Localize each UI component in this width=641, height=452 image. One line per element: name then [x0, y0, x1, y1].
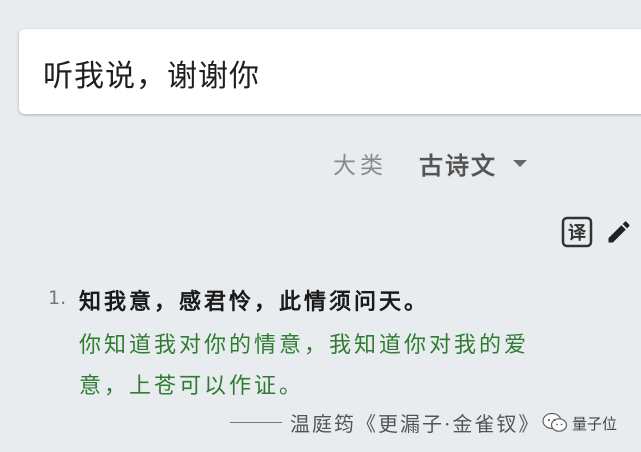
watermark-text: 量子位 [572, 414, 618, 433]
poem-source: 温庭筠《更漏子·金雀钗》 [230, 408, 540, 437]
dropdown-arrow-icon [513, 159, 527, 167]
wechat-logo-icon [542, 412, 568, 432]
search-query-text[interactable]: 听我说，谢谢你 [43, 51, 260, 95]
svg-text:译: 译 [568, 223, 587, 244]
category-dropdown[interactable]: 古诗文 [419, 146, 527, 181]
translate-icon[interactable]: 译 [561, 216, 593, 248]
result-number: 1. [48, 287, 67, 309]
poem-line[interactable]: 知我意，感君怜，此情须问天。 [79, 284, 429, 316]
search-box[interactable]: 听我说，谢谢你 [19, 29, 641, 114]
source-text: 温庭筠《更漏子·金雀钗》 [290, 412, 541, 436]
poem-translation: 你知道我对你的情意，我知道你对我的爱意，上苍可以作证。 [79, 333, 530, 399]
category-filter: 大类 古诗文 [333, 146, 527, 180]
watermark: 量子位 [542, 412, 617, 434]
result-toolbar: 译 [561, 216, 633, 248]
category-label: 大类 [333, 153, 387, 179]
edit-pencil-icon[interactable] [605, 218, 633, 246]
source-dash-divider [230, 422, 282, 423]
category-selected-value: 古诗文 [419, 150, 497, 180]
